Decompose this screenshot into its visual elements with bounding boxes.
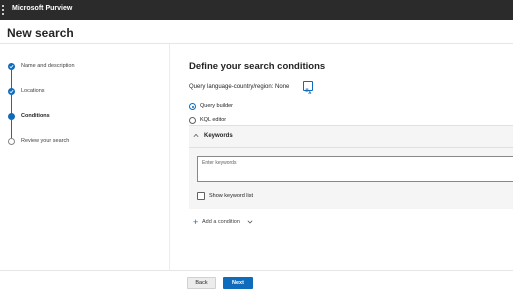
keywords-input[interactable] bbox=[197, 156, 513, 182]
show-keyword-list-checkbox[interactable] bbox=[197, 192, 205, 200]
pending-step-icon bbox=[8, 138, 15, 145]
translate-icon bbox=[305, 88, 312, 95]
plus-icon: + bbox=[193, 217, 199, 227]
language-settings-button[interactable] bbox=[303, 81, 313, 95]
app-name[interactable]: Microsoft Purview bbox=[12, 5, 72, 12]
check-icon bbox=[8, 63, 15, 70]
check-icon bbox=[8, 88, 15, 95]
kql-editor-radio[interactable] bbox=[189, 117, 196, 124]
back-button[interactable]: Back bbox=[187, 277, 216, 289]
main-content: Define your search conditions Query lang… bbox=[170, 44, 513, 270]
wizard-step-label: Conditions bbox=[21, 113, 50, 119]
wizard-step-name-and-description[interactable]: Name and description bbox=[8, 63, 168, 73]
checkbox-label: Show keyword list bbox=[209, 193, 254, 199]
app-launcher-icon[interactable] bbox=[2, 5, 5, 15]
add-condition-label: Add a condition bbox=[202, 219, 240, 225]
top-bar: Microsoft Purview bbox=[0, 0, 513, 20]
language-label: Query language-country/region: None bbox=[189, 84, 290, 90]
keywords-title: Keywords bbox=[204, 133, 233, 139]
wizard-step-label: Name and description bbox=[21, 63, 75, 69]
wizard-step-review[interactable]: Review your search bbox=[8, 138, 168, 148]
radio-label: KQL editor bbox=[200, 117, 227, 123]
radio-label: Query builder bbox=[200, 103, 234, 109]
wizard-step-conditions[interactable]: Conditions bbox=[8, 113, 168, 123]
keywords-panel: Keywords Show keyword list bbox=[189, 125, 513, 209]
wizard-step-label: Locations bbox=[21, 88, 45, 94]
chevron-up-icon bbox=[193, 133, 199, 138]
page-title: New search bbox=[7, 26, 74, 40]
current-step-icon bbox=[8, 113, 15, 120]
footer-divider bbox=[0, 270, 513, 271]
step-connector bbox=[11, 120, 12, 140]
wizard-steps: Name and description Locations Condition… bbox=[0, 44, 170, 270]
query-builder-radio[interactable] bbox=[189, 103, 196, 110]
next-button[interactable]: Next bbox=[223, 277, 253, 289]
keywords-panel-header[interactable]: Keywords bbox=[189, 126, 513, 148]
wizard-step-label: Review your search bbox=[21, 138, 70, 144]
section-title: Define your search conditions bbox=[189, 61, 326, 72]
wizard-step-locations[interactable]: Locations bbox=[8, 88, 168, 98]
chevron-down-icon bbox=[247, 220, 253, 224]
